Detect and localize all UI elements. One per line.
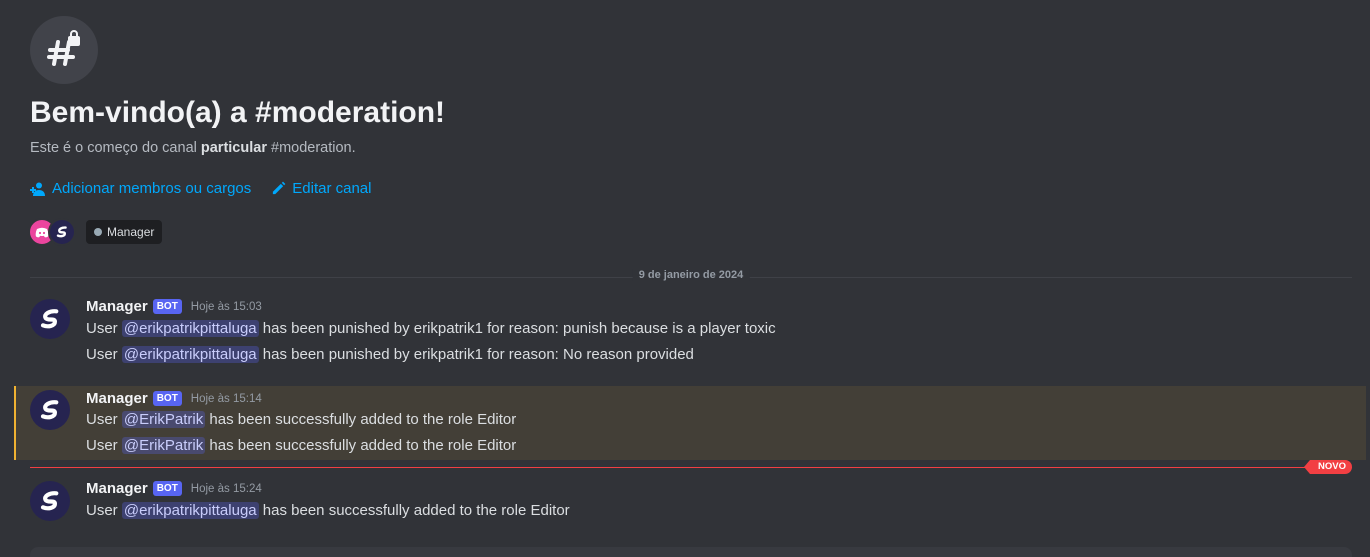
message-line: User @erikpatrikpittaluga has been punis…: [86, 346, 694, 363]
add-members-label: Adicionar membros ou cargos: [52, 180, 252, 197]
message-line: User @erikpatrikpittaluga has been punis…: [86, 320, 776, 337]
date-divider-label: 9 de janeiro de 2024: [632, 269, 750, 281]
welcome-title: Bem-vindo(a) a #moderation!: [30, 96, 446, 129]
timestamp[interactable]: Hoje às 15:24: [191, 483, 262, 495]
new-messages-divider: NOVO: [30, 460, 1352, 474]
message-prefix: User: [86, 411, 122, 428]
timestamp[interactable]: Hoje às 15:14: [191, 393, 262, 405]
timestamp[interactable]: Hoje às 15:03: [191, 301, 262, 313]
message-prefix: User: [86, 437, 122, 454]
role-pill-label: Manager: [107, 225, 155, 239]
message-prefix: User: [86, 346, 122, 363]
bot-tag: BOT: [152, 391, 182, 406]
channel-members: Manager: [28, 218, 1350, 246]
bot-tag: BOT: [152, 299, 182, 314]
username[interactable]: Manager: [86, 390, 148, 407]
role-color-dot: [94, 228, 102, 236]
subtitle-suffix: #moderation.: [266, 140, 356, 156]
message-composer-edge[interactable]: [30, 547, 1352, 557]
message-prefix: User: [86, 320, 122, 337]
subtitle-bold: particular: [200, 140, 267, 156]
user-mention[interactable]: @erikpatrikpittaluga: [121, 502, 259, 519]
message-text: has been successfully added to the role …: [205, 437, 517, 454]
user-mention[interactable]: @ErikPatrik: [121, 411, 206, 428]
member-avatar-manager[interactable]: [48, 218, 76, 246]
date-divider: 9 de janeiro de 2024: [30, 269, 1352, 281]
channel-welcome: Bem-vindo(a) a #moderation! Este é o com…: [28, 16, 1350, 246]
username[interactable]: Manager: [86, 298, 148, 315]
message-prefix: User: [86, 502, 122, 519]
message-group[interactable]: Manager BOT Hoje às 15:24 User @erikpatr…: [0, 476, 1366, 536]
welcome-actions: Adicionar membros ou cargos Editar canal: [30, 180, 1350, 197]
new-badge: NOVO: [1304, 460, 1352, 474]
user-mention[interactable]: @erikpatrikpittaluga: [121, 346, 259, 363]
edit-channel-label: Editar canal: [292, 180, 372, 197]
avatar[interactable]: [30, 390, 70, 430]
message-group-highlighted[interactable]: Manager BOT Hoje às 15:14 User @ErikPatr…: [14, 386, 1366, 460]
message-text: has been successfully added to the role …: [205, 411, 517, 428]
message-text: has been punished by erikpatrik1 for rea…: [258, 320, 776, 337]
role-pill-manager[interactable]: Manager: [86, 220, 163, 244]
message-group[interactable]: Manager BOT Hoje às 15:03 User @erikpatr…: [0, 292, 1366, 372]
message-line: User @ErikPatrik has been successfully a…: [86, 437, 516, 454]
user-mention[interactable]: @erikpatrikpittaluga: [121, 320, 259, 337]
message-text: has been successfully added to the role …: [258, 502, 570, 519]
private-channel-icon: [30, 16, 98, 84]
message-line: User @erikpatrikpittaluga has been succe…: [86, 502, 570, 519]
user-mention[interactable]: @ErikPatrik: [121, 437, 206, 454]
message-header: Manager BOT Hoje às 15:24: [86, 480, 262, 497]
avatar[interactable]: [30, 299, 70, 339]
avatar[interactable]: [30, 481, 70, 521]
subtitle-prefix: Este é o começo do canal: [30, 140, 201, 156]
bot-tag: BOT: [152, 481, 182, 496]
message-text: has been punished by erikpatrik1 for rea…: [258, 346, 694, 363]
message-line: User @ErikPatrik has been successfully a…: [86, 411, 516, 428]
username[interactable]: Manager: [86, 480, 148, 497]
edit-channel-button[interactable]: Editar canal: [271, 180, 371, 197]
welcome-subtitle: Este é o começo do canal particular #mod…: [30, 138, 1350, 158]
message-header: Manager BOT Hoje às 15:14: [86, 390, 262, 407]
pencil-icon: [271, 181, 286, 196]
message-header: Manager BOT Hoje às 15:03: [86, 298, 262, 315]
add-members-icon: [30, 181, 46, 197]
add-members-button[interactable]: Adicionar membros ou cargos: [30, 180, 251, 197]
